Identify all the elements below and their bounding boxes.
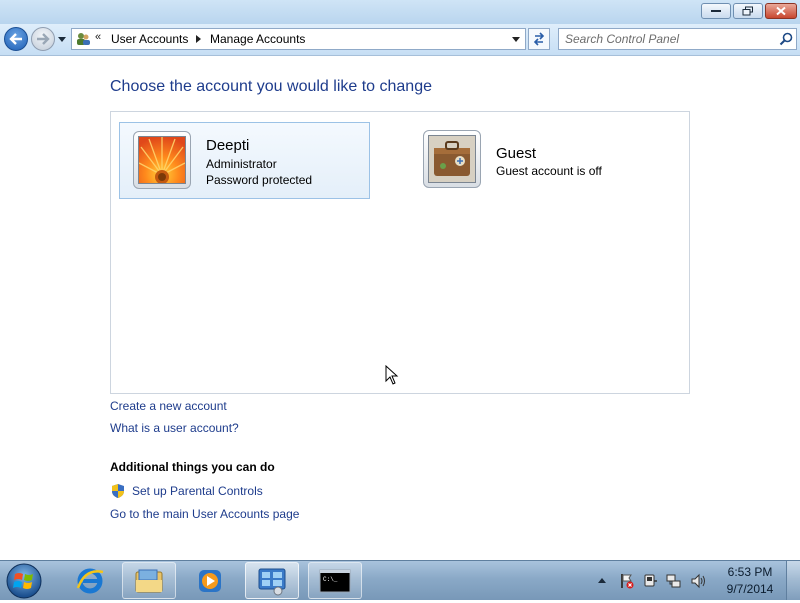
suitcase-picture-icon [428,135,476,183]
account-name-deepti: Deepti [206,137,250,154]
clock-time[interactable]: 6:53 PM [720,565,780,579]
close-icon [776,6,786,16]
create-account-link[interactable]: Create a new account [110,399,227,413]
search-box[interactable] [558,28,797,50]
back-button[interactable] [4,27,28,51]
navigation-bar: « User Accounts Manage Accounts [0,24,800,56]
account-tile-deepti[interactable]: Deepti Administrator Password protected [119,122,370,199]
additional-things-heading: Additional things you can do [110,460,275,474]
accounts-list: Deepti Administrator Password protected … [110,111,690,394]
what-is-user-account-link[interactable]: What is a user account? [110,421,239,435]
back-arrow-icon [9,33,22,45]
breadcrumb-separator-icon[interactable] [196,35,201,43]
windows-explorer-icon [135,569,163,592]
parental-controls-link[interactable]: Set up Parental Controls [132,484,263,498]
minimize-button[interactable] [701,3,731,19]
start-button[interactable] [4,562,44,600]
taskbar: C:\_ [0,560,800,600]
internet-explorer-icon [76,568,104,593]
refresh-button[interactable] [528,28,550,50]
forward-arrow-icon [37,33,50,45]
taskbar-internet-explorer[interactable] [63,562,117,599]
account-type-deepti: Administrator [206,157,277,171]
svg-text:C:\_: C:\_ [323,576,338,583]
taskbar-control-panel[interactable] [245,562,299,599]
taskbar-windows-explorer[interactable] [122,562,176,599]
search-icon[interactable] [779,32,793,46]
account-name-guest: Guest [496,145,537,162]
forward-button[interactable] [31,27,55,51]
restore-icon [742,6,753,16]
main-user-accounts-page-link[interactable]: Go to the main User Accounts page [110,507,299,521]
address-bar[interactable]: « User Accounts Manage Accounts [71,28,526,50]
account-tile-guest[interactable]: Guest Guest account is off [416,122,667,199]
volume-icon[interactable] [690,573,706,589]
breadcrumb-manage-accounts[interactable]: Manage Accounts [210,32,305,46]
usb-device-icon[interactable] [642,573,658,589]
media-player-icon [199,569,221,592]
clock-date[interactable]: 9/7/2014 [720,582,780,596]
address-overflow-chevron[interactable]: « [95,31,101,43]
network-icon[interactable] [666,573,682,589]
window-title-bar [0,0,800,24]
account-picture-frame [423,130,481,188]
control-panel-icon [258,568,286,595]
restore-button[interactable] [733,3,763,19]
taskbar-command-prompt[interactable]: C:\_ [308,562,362,599]
show-desktop-button[interactable] [786,561,800,600]
action-center-flag-icon[interactable] [618,573,634,589]
account-status-deepti: Password protected [206,173,313,187]
address-history-dropdown-icon[interactable] [512,37,520,42]
minimize-icon [711,10,721,12]
command-prompt-icon: C:\_ [319,569,351,592]
recent-pages-dropdown-icon[interactable] [58,35,66,43]
breadcrumb-user-accounts[interactable]: User Accounts [111,32,188,46]
windows-logo-icon [6,563,42,599]
page-title: Choose the account you would like to cha… [110,78,432,95]
mouse-pointer-icon [385,365,399,385]
uac-shield-icon [112,484,124,498]
show-hidden-icons-arrow-icon[interactable] [598,578,606,583]
flower-picture-icon [138,136,186,184]
close-button[interactable] [765,3,797,19]
taskbar-media-player[interactable] [183,562,237,599]
account-picture-frame [133,131,191,189]
user-accounts-icon [77,33,90,45]
search-input[interactable] [565,31,770,47]
account-status-guest: Guest account is off [496,164,602,178]
refresh-icon [533,32,545,46]
